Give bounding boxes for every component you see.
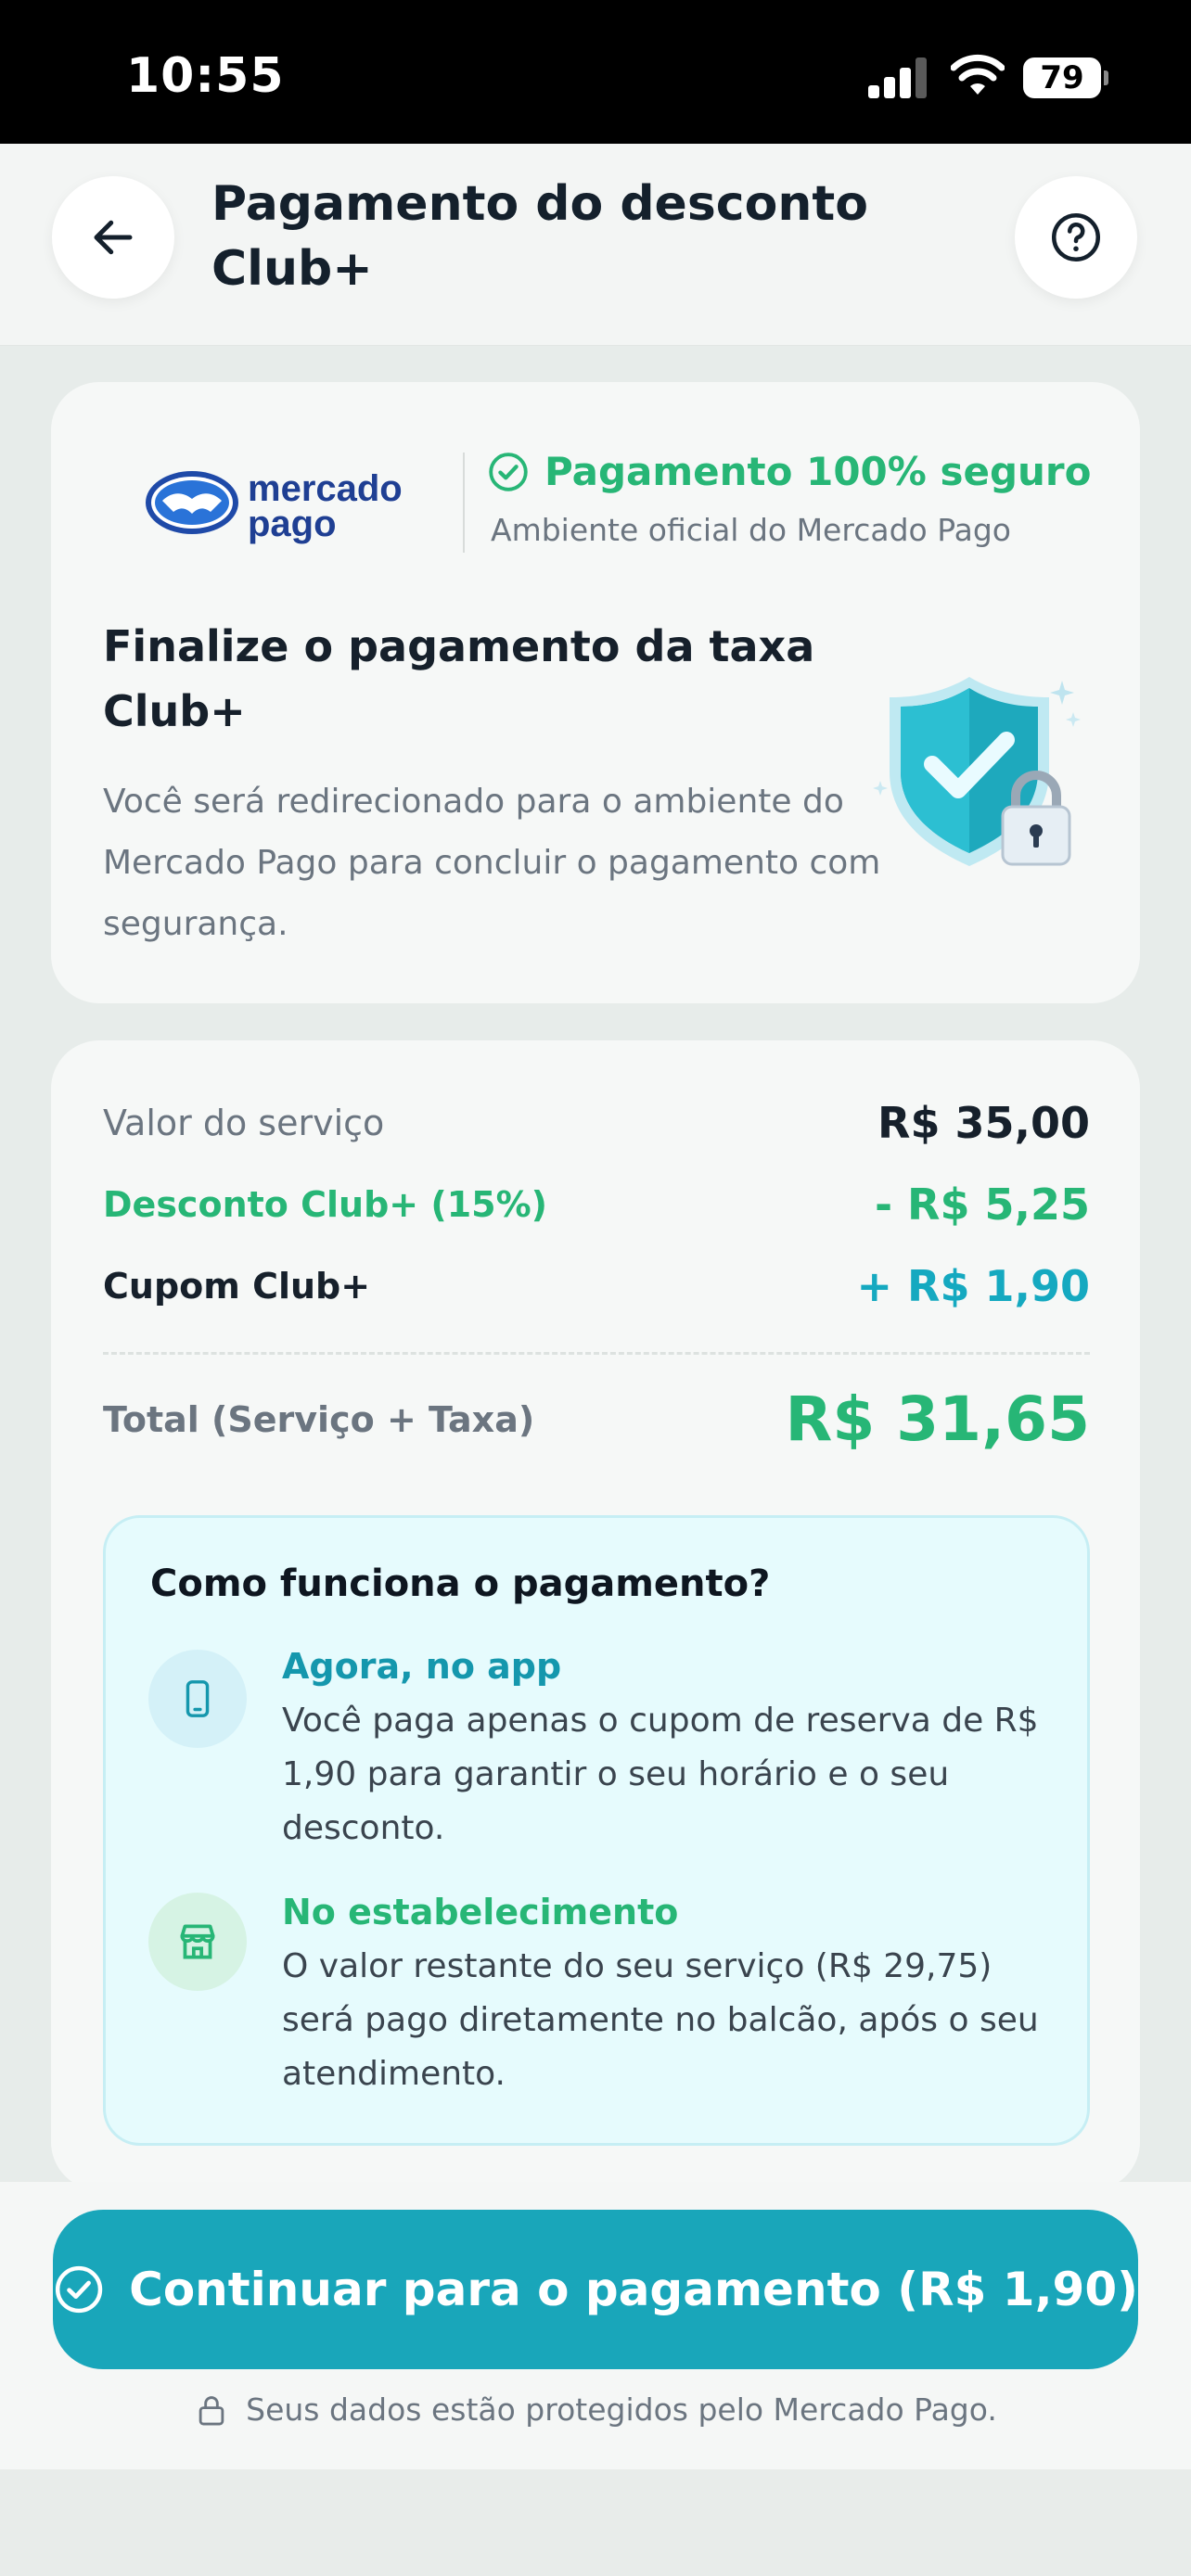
summary-value: R$ 35,00: [877, 1098, 1090, 1148]
data-protection-text: Seus dados estão protegidos pelo Mercado…: [246, 2391, 997, 2428]
secure-payment-title: Pagamento 100% seguro: [487, 449, 1092, 494]
battery-level: 79: [1023, 57, 1101, 98]
total-value: R$ 31,65: [785, 1384, 1091, 1455]
back-button[interactable]: [52, 176, 174, 299]
help-button[interactable]: [1015, 176, 1137, 299]
payment-summary-card: Valor do serviço R$ 35,00 Desconto Club+…: [51, 1040, 1140, 2190]
summary-row-service: Valor do serviço R$ 35,00: [103, 1098, 1090, 1148]
handshake-logo-icon: mercado pago: [146, 468, 403, 544]
phone-icon: [148, 1650, 247, 1748]
step-title: Agora, no app: [282, 1646, 562, 1687]
store-icon: [148, 1893, 247, 1991]
check-circle-icon: [489, 452, 528, 491]
summary-label: Cupom Club+: [103, 1266, 371, 1307]
data-protection-note: Seus dados estão protegidos pelo Mercado…: [0, 2391, 1191, 2428]
status-bar: 10:55 79: [0, 0, 1191, 144]
step-description: Você paga apenas o cupom de reserva de R…: [282, 1702, 1039, 1847]
continue-payment-label: Continuar para o pagamento (R$ 1,90): [129, 2263, 1138, 2316]
wifi-icon: [951, 54, 1005, 95]
home-indicator-area: [0, 2469, 1191, 2576]
summary-value: - R$ 5,25: [874, 1180, 1090, 1230]
vertical-divider: [463, 453, 465, 553]
footer: Continuar para o pagamento (R$ 1,90) Seu…: [0, 2182, 1191, 2469]
summary-value: + R$ 1,90: [856, 1261, 1091, 1311]
card-title: Finalize o pagamento da taxa Club+: [103, 621, 815, 736]
how-payment-works-title: Como funciona o pagamento?: [150, 1562, 771, 1605]
status-time: 10:55: [126, 48, 285, 104]
summary-row-total: Total (Serviço + Taxa) R$ 31,65: [103, 1384, 1090, 1455]
total-label: Total (Serviço + Taxa): [103, 1398, 535, 1440]
cellular-signal-icon: [868, 57, 927, 98]
app-header: Pagamento do desconto Club+: [0, 144, 1191, 346]
check-circle-icon: [55, 2265, 103, 2314]
mercado-pago-logo: mercado pago: [144, 458, 413, 547]
summary-label: Desconto Club+ (15%): [103, 1184, 548, 1225]
secure-title-text: Pagamento 100% seguro: [544, 449, 1092, 494]
lock-icon: [198, 2395, 224, 2425]
summary-row-coupon: Cupom Club+ + R$ 1,90: [103, 1261, 1090, 1311]
logo-text-line2: pago: [248, 504, 337, 544]
card-description: Você será redirecionado para o ambiente …: [103, 783, 881, 943]
battery-nub: [1104, 70, 1108, 85]
question-circle-icon: [1052, 213, 1100, 261]
step-title: No estabelecimento: [282, 1892, 679, 1932]
summary-row-discount: Desconto Club+ (15%) - R$ 5,25: [103, 1180, 1090, 1230]
secure-payment-subtitle: Ambiente oficial do Mercado Pago: [491, 512, 1011, 548]
mercado-pago-card: mercado pago Pagamento 100% seguro Ambie…: [51, 382, 1140, 1003]
summary-label: Valor do serviço: [103, 1103, 385, 1143]
how-payment-works-box: Como funciona o pagamento? Agora, no app…: [103, 1515, 1090, 2146]
battery-indicator: 79: [1023, 57, 1108, 98]
dashed-divider: [103, 1352, 1090, 1355]
continue-payment-button[interactable]: Continuar para o pagamento (R$ 1,90): [53, 2210, 1138, 2369]
step-description: O valor restante do seu serviço (R$ 29,7…: [282, 1947, 1039, 2093]
arrow-left-icon: [94, 220, 133, 255]
shield-lock-icon: [873, 677, 1081, 866]
page-title: Pagamento do desconto Club+: [211, 176, 868, 297]
